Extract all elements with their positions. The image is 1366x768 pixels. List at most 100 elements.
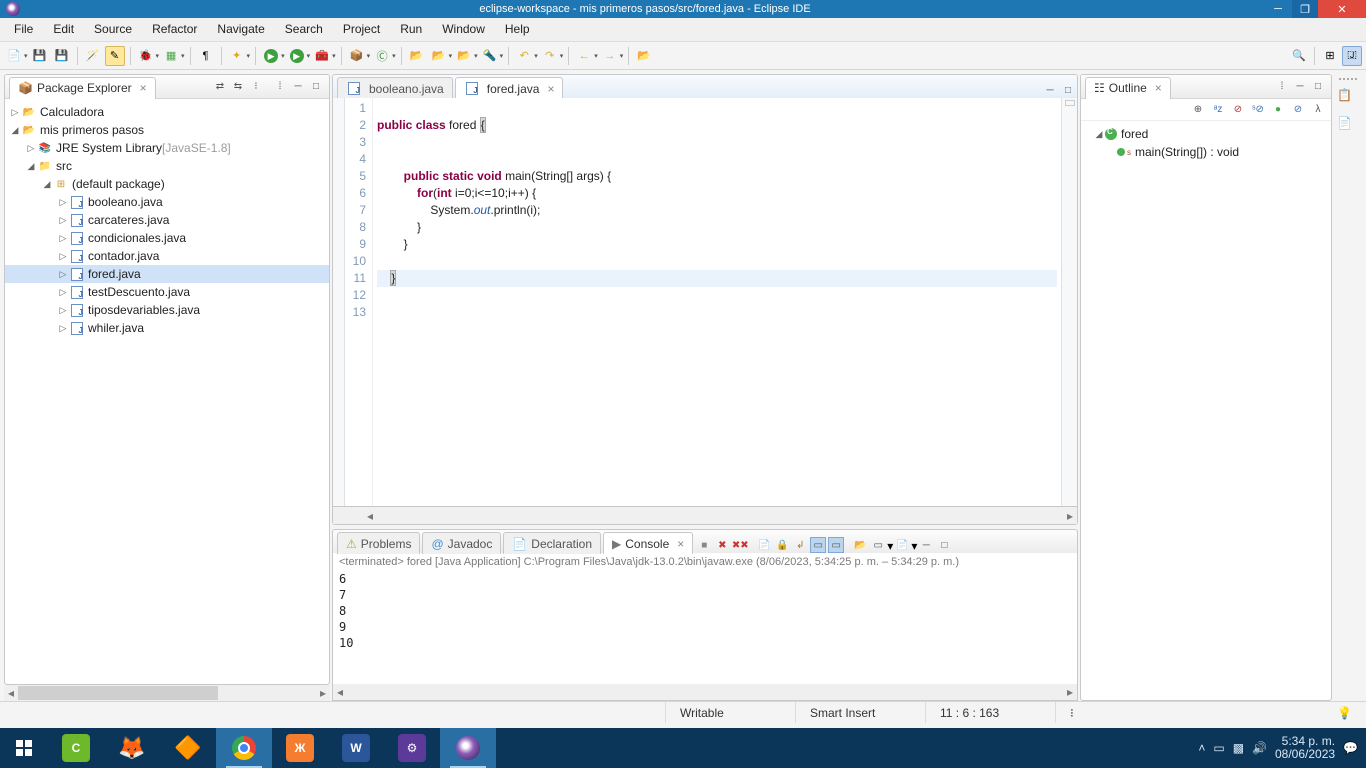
scroll-lock-button[interactable]: 🔒: [774, 537, 790, 553]
editor-tab[interactable]: booleano.java: [337, 77, 453, 99]
focus-active-button[interactable]: ⊕: [1190, 102, 1206, 118]
outline-view-menu[interactable]: ⁞: [1274, 79, 1290, 95]
ext-tools-button[interactable]: 🧰: [312, 46, 332, 66]
menu-run[interactable]: Run: [390, 18, 432, 41]
minimize-view-button[interactable]: ─: [290, 79, 306, 95]
open-button[interactable]: 📂: [454, 46, 474, 66]
word-wrap-button[interactable]: ↲: [792, 537, 808, 553]
editor-body[interactable]: 12345678910111213 public class fored { p…: [332, 98, 1078, 507]
step-button[interactable]: ✦: [227, 46, 247, 66]
tree-item[interactable]: ▷booleano.java: [5, 193, 329, 211]
hide-static-button[interactable]: ˢ⊘: [1250, 102, 1266, 118]
console-hscroll[interactable]: ◂ ▸: [333, 684, 1077, 700]
menu-help[interactable]: Help: [495, 18, 540, 41]
tray-notifications-icon[interactable]: 💬: [1343, 741, 1358, 755]
next-annotation-button[interactable]: ↷: [540, 46, 560, 66]
minimize-editor-button[interactable]: ─: [1042, 82, 1058, 98]
terminate-button[interactable]: ■: [696, 537, 712, 553]
task-camtasia[interactable]: C: [48, 728, 104, 768]
bottom-tab-console[interactable]: ▶Console×: [603, 532, 693, 554]
overview-ruler[interactable]: [1061, 98, 1077, 506]
horizontal-scrollbar[interactable]: ◂ ▸: [4, 685, 330, 701]
pin-editor-button[interactable]: 📂: [634, 46, 654, 66]
tree-item[interactable]: ▷tiposdevariables.java: [5, 301, 329, 319]
menu-source[interactable]: Source: [84, 18, 142, 41]
close-icon[interactable]: ×: [677, 537, 684, 551]
status-overflow[interactable]: ⁝: [1055, 702, 1088, 723]
highlight-button[interactable]: ✎: [105, 46, 125, 66]
menu-project[interactable]: Project: [333, 18, 390, 41]
outline-tree[interactable]: ◢ fored s main(String[]) : void: [1081, 121, 1331, 700]
close-icon[interactable]: ×: [547, 82, 554, 96]
marker-ruler[interactable]: [333, 98, 345, 506]
bottom-tab-declaration[interactable]: 📄Declaration: [503, 532, 601, 554]
search-button[interactable]: 🔦: [480, 46, 500, 66]
tree-item[interactable]: ▷📚JRE System Library [JavaSE-1.8]: [5, 139, 329, 157]
quick-access-button[interactable]: 🔍: [1289, 46, 1309, 66]
hide-nonpublic-button[interactable]: ●: [1270, 102, 1286, 118]
tree-item[interactable]: ◢📂mis primeros pasos: [5, 121, 329, 139]
show-console-err-button[interactable]: ▭: [828, 537, 844, 553]
package-explorer-tab[interactable]: 📦 Package Explorer ×: [9, 77, 156, 99]
menu-navigate[interactable]: Navigate: [207, 18, 274, 41]
remove-all-button[interactable]: ✖✖: [732, 537, 748, 553]
link-editor-button[interactable]: ⇆: [230, 79, 246, 95]
tip-icon[interactable]: 💡: [1323, 702, 1366, 723]
java-perspective-button[interactable]: 🇯: [1342, 46, 1362, 66]
remove-launch-button[interactable]: ✖: [714, 537, 730, 553]
tray-clock[interactable]: 5:34 p. m. 08/06/2023: [1275, 735, 1335, 761]
close-icon[interactable]: ×: [140, 81, 147, 95]
categories-button[interactable]: λ: [1310, 102, 1326, 118]
maximize-view-button[interactable]: □: [308, 79, 324, 95]
menu-window[interactable]: Window: [432, 18, 495, 41]
save-all-button[interactable]: 💾: [52, 46, 72, 66]
bottom-tab-javadoc[interactable]: @Javadoc: [422, 532, 501, 554]
code-area[interactable]: public class fored { public static void …: [373, 98, 1061, 506]
view-menu-button[interactable]: ⁞: [272, 79, 288, 95]
tray-action-center-icon[interactable]: ▭: [1213, 741, 1224, 755]
new-button[interactable]: 📄: [4, 46, 24, 66]
line-gutter[interactable]: 12345678910111213: [345, 98, 373, 506]
tray-network-icon[interactable]: ▩: [1233, 741, 1244, 755]
outline-method-row[interactable]: s main(String[]) : void: [1085, 143, 1327, 161]
tree-item[interactable]: ▷whiler.java: [5, 319, 329, 337]
run-last-button[interactable]: ▶: [287, 46, 307, 66]
task-settings[interactable]: ⚙: [384, 728, 440, 768]
maximize-console-button[interactable]: □: [936, 537, 952, 553]
task-word[interactable]: W: [328, 728, 384, 768]
save-button[interactable]: 💾: [30, 46, 50, 66]
restore-button[interactable]: ❐: [1292, 0, 1318, 18]
collapse-all-button[interactable]: ⇄: [212, 79, 228, 95]
wand-button[interactable]: 🪄: [83, 46, 103, 66]
close-button[interactable]: ✕: [1318, 0, 1366, 18]
editor-hscroll[interactable]: ◂ ▸: [332, 507, 1078, 525]
open-console-button[interactable]: 📄: [894, 537, 910, 553]
tree-item[interactable]: ◢📁src: [5, 157, 329, 175]
menu-edit[interactable]: Edit: [43, 18, 84, 41]
display-console-button[interactable]: ▭: [870, 537, 886, 553]
debug-button[interactable]: 🐞: [136, 46, 156, 66]
outline-class-row[interactable]: ◢ fored: [1085, 125, 1327, 143]
prev-annotation-button[interactable]: ↶: [514, 46, 534, 66]
show-console-out-button[interactable]: ▭: [810, 537, 826, 553]
tree-item[interactable]: ◢⊞(default package): [5, 175, 329, 193]
tasks-trim-button[interactable]: 📋: [1337, 88, 1359, 110]
minimize-button[interactable]: ─: [1264, 0, 1292, 18]
task-xampp[interactable]: Ж: [272, 728, 328, 768]
menu-refactor[interactable]: Refactor: [142, 18, 207, 41]
open-perspective-button[interactable]: ⊞: [1320, 46, 1340, 66]
menu-file[interactable]: File: [4, 18, 43, 41]
maximize-editor-button[interactable]: □: [1060, 82, 1076, 98]
maximize-outline-button[interactable]: □: [1310, 79, 1326, 95]
editor-tab[interactable]: fored.java×: [455, 77, 564, 99]
sort-button[interactable]: ᵃz: [1210, 102, 1226, 118]
tree-item[interactable]: ▷carcateres.java: [5, 211, 329, 229]
task-eclipse[interactable]: [440, 728, 496, 768]
new-package-button[interactable]: 📦: [347, 46, 367, 66]
tree-item[interactable]: ▷contador.java: [5, 247, 329, 265]
task-vlc[interactable]: 🔶: [160, 728, 216, 768]
minimize-console-button[interactable]: ─: [918, 537, 934, 553]
tree-item[interactable]: ▷testDescuento.java: [5, 283, 329, 301]
open-type-button[interactable]: 📂: [407, 46, 427, 66]
forward-button[interactable]: →: [600, 46, 620, 66]
